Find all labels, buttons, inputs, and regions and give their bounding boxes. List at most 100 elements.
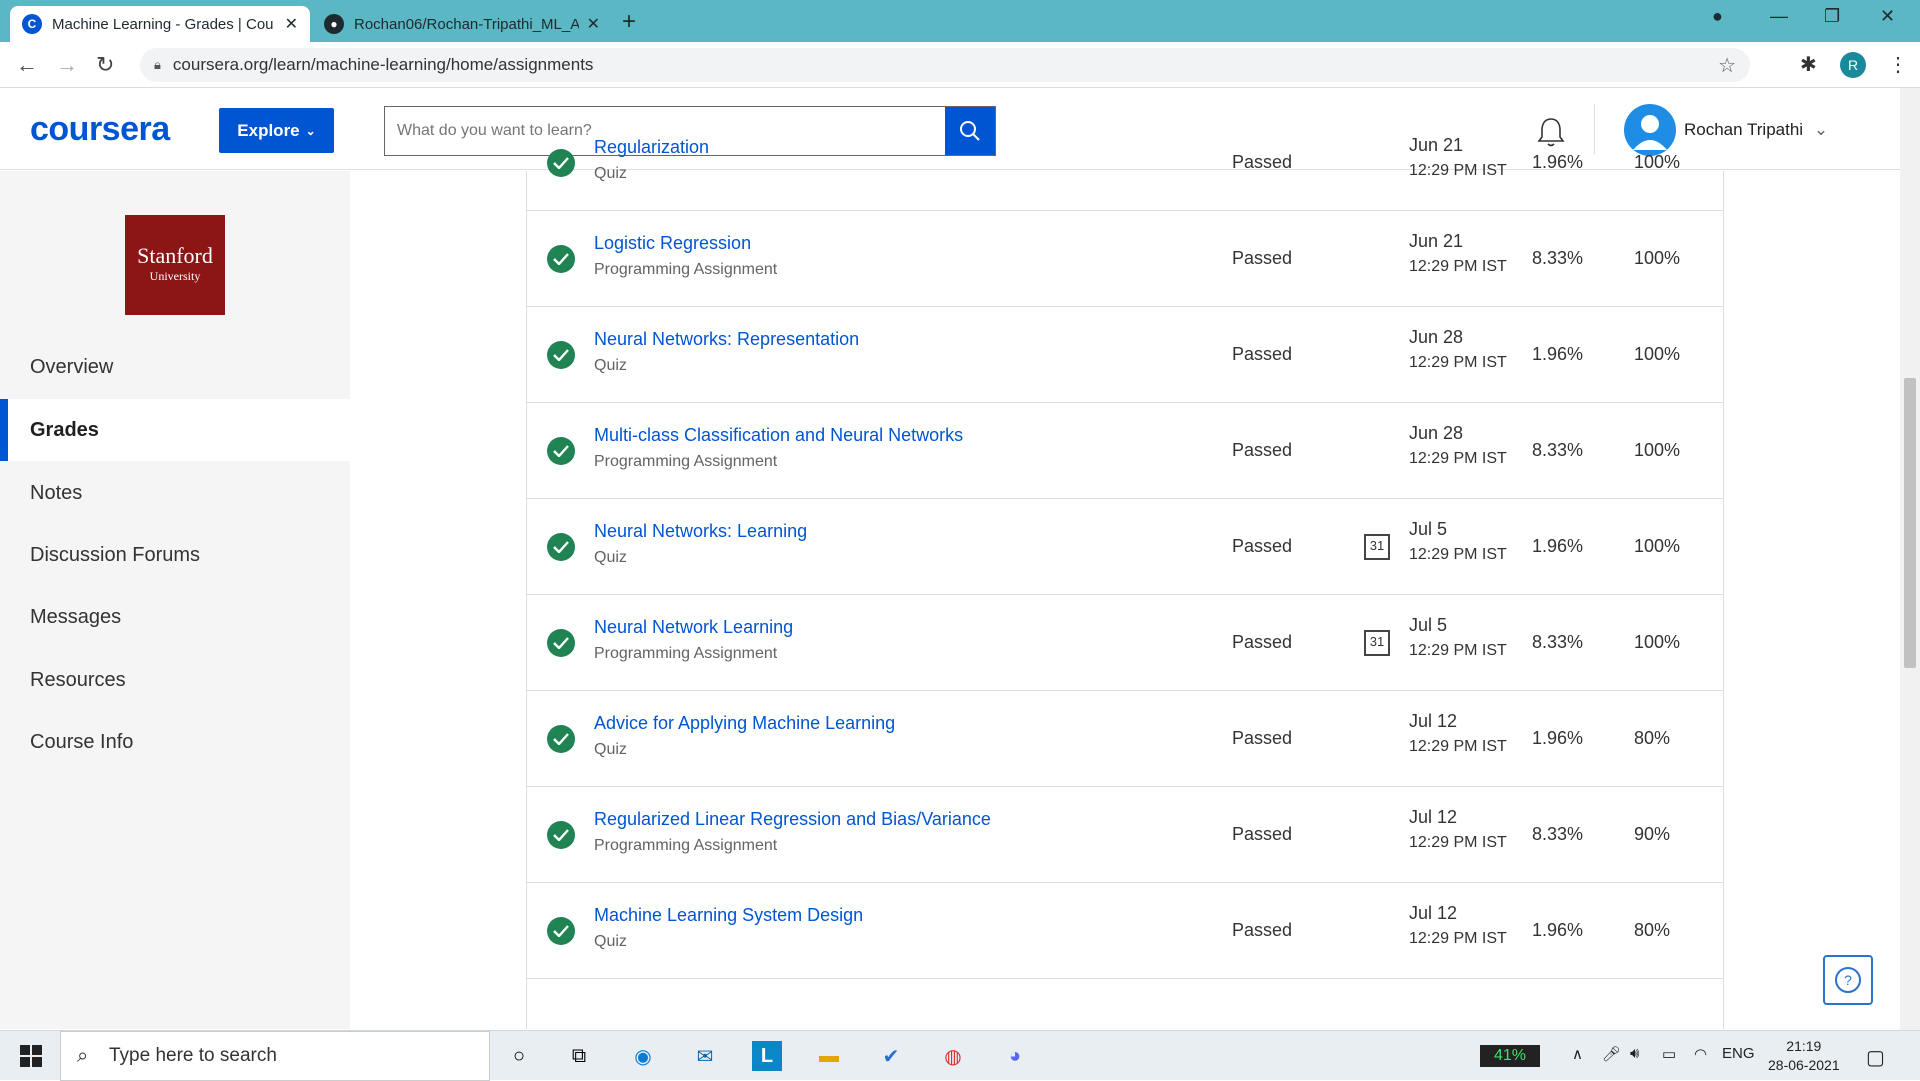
minimize-icon[interactable]: — xyxy=(1770,6,1788,27)
sidebar-item-overview[interactable]: Overview xyxy=(0,336,350,398)
cortana-icon[interactable]: ○ xyxy=(504,1041,534,1071)
table-row: Logistic Regression Programming Assignmen… xyxy=(527,211,1723,307)
browser-profile-avatar[interactable]: R xyxy=(1840,52,1866,78)
explore-button[interactable]: Explore ⌄ xyxy=(219,108,334,153)
battery-indicator[interactable]: 41% xyxy=(1480,1045,1540,1067)
forward-icon[interactable]: → xyxy=(56,52,78,78)
url-field[interactable]: 🔒︎ coursera.org/learn/machine-learning/h… xyxy=(140,48,1750,82)
passed-check-icon xyxy=(547,533,575,561)
tab-search-icon[interactable]: ● xyxy=(1712,6,1723,27)
notification-center-icon[interactable]: ▢ xyxy=(1866,1045,1885,1070)
status-text: Passed xyxy=(1232,824,1293,844)
task-view-icon[interactable]: ⧉ xyxy=(564,1041,594,1071)
status-text: Passed xyxy=(1232,152,1293,172)
university-name: Stanford xyxy=(137,243,213,268)
sidebar-item-course-info[interactable]: Course Info xyxy=(0,711,350,773)
taskbar-search-placeholder: Type here to search xyxy=(109,1045,277,1066)
sidebar-item-notes[interactable]: Notes xyxy=(0,462,350,524)
clock-date: 28-06-2021 xyxy=(1768,1057,1840,1073)
assignment-type: Quiz xyxy=(594,549,627,566)
file-explorer-icon[interactable]: ▬ xyxy=(814,1041,844,1071)
close-tab-icon[interactable]: ✕ xyxy=(587,14,600,34)
tab-title: Rochan06/Rochan-Tripathi_ML_A xyxy=(354,15,579,33)
assignment-name-link[interactable]: Neural Networks: Learning xyxy=(594,521,807,542)
edge-icon[interactable]: ◉ xyxy=(628,1041,658,1071)
volume-icon[interactable]: 🔊︎ xyxy=(1630,1045,1639,1062)
assignment-type: Programming Assignment xyxy=(594,645,778,662)
grade-text: 80% xyxy=(1634,728,1671,748)
mail-icon[interactable]: ✉ xyxy=(690,1041,720,1071)
coursera-logo[interactable]: coursera xyxy=(30,110,170,149)
close-window-icon[interactable]: ✕ xyxy=(1880,6,1895,27)
windows-taskbar: ⌕ Type here to search ○ ⧉ ◉ ✉ L ▬ ✔ ◍ ◕ … xyxy=(0,1030,1920,1081)
weight-text: 8.33% xyxy=(1532,440,1584,460)
due-date: Jul 12 xyxy=(1409,711,1458,731)
assignment-type: Quiz xyxy=(594,165,627,182)
sidebar-item-grades[interactable]: Grades xyxy=(0,399,350,461)
bookmark-star-icon[interactable]: ☆ xyxy=(1718,53,1736,78)
restore-icon[interactable]: ❐ xyxy=(1824,6,1840,27)
menu-icon[interactable]: ⋮ xyxy=(1888,52,1908,77)
assignment-type: Programming Assignment xyxy=(594,261,778,278)
github-favicon-icon: ● xyxy=(324,14,344,34)
weight-text: 1.96% xyxy=(1532,344,1584,364)
taskbar-search-input[interactable]: ⌕ Type here to search xyxy=(60,1031,490,1081)
assignment-name-link[interactable]: Regularization xyxy=(594,137,709,158)
assignment-name-link[interactable]: Neural Networks: Representation xyxy=(594,329,859,350)
assignment-type: Programming Assignment xyxy=(594,453,778,470)
browser-tab-bar: C Machine Learning - Grades | Cou ✕ ● Ro… xyxy=(0,0,1920,42)
weight-text: 1.96% xyxy=(1532,728,1584,748)
due-time: 12:29 PM IST xyxy=(1409,162,1507,179)
lock-icon: 🔒︎ xyxy=(154,57,161,72)
windows-start-icon[interactable] xyxy=(16,1041,46,1071)
assignment-name-link[interactable]: Multi-class Classification and Neural Ne… xyxy=(594,425,963,446)
grade-text: 100% xyxy=(1634,536,1681,556)
grade-text: 100% xyxy=(1634,344,1681,364)
table-row: Neural Networks: Representation Quiz Passe… xyxy=(527,307,1723,403)
grade-text: 100% xyxy=(1634,632,1681,652)
language-indicator[interactable]: ENG xyxy=(1722,1045,1755,1062)
weight-text: 8.33% xyxy=(1532,824,1584,844)
due-time: 12:29 PM IST xyxy=(1409,738,1507,755)
microphone-icon[interactable]: 🎤︎ xyxy=(1602,1045,1621,1063)
discord-icon[interactable]: ◕ xyxy=(1000,1041,1030,1071)
assignment-name-link[interactable]: Logistic Regression xyxy=(594,233,751,254)
calendar-icon[interactable]: 31 xyxy=(1364,630,1390,656)
extensions-icon[interactable]: ✱ xyxy=(1800,52,1817,77)
due-time: 12:29 PM IST xyxy=(1409,258,1507,275)
tab-github[interactable]: ● Rochan06/Rochan-Tripathi_ML_A ✕ xyxy=(312,6,612,42)
due-date: Jun 21 xyxy=(1409,231,1464,251)
assignment-name-link[interactable]: Machine Learning System Design xyxy=(594,905,863,926)
close-tab-icon[interactable]: ✕ xyxy=(285,14,298,34)
assignment-name-link[interactable]: Regularized Linear Regression and Bias/V… xyxy=(594,809,991,830)
status-text: Passed xyxy=(1232,248,1293,268)
reload-icon[interactable]: ↻ xyxy=(96,52,114,78)
show-hidden-icons-icon[interactable]: ∧ xyxy=(1572,1045,1583,1063)
sidebar-item-resources[interactable]: Resources xyxy=(0,649,350,711)
assignment-name-link[interactable]: Advice for Applying Machine Learning xyxy=(594,713,895,734)
grade-text: 80% xyxy=(1634,920,1671,940)
calendar-icon[interactable]: 31 xyxy=(1364,534,1390,560)
help-icon: ? xyxy=(1835,967,1861,993)
scrollbar-thumb[interactable] xyxy=(1904,378,1916,668)
new-tab-button[interactable]: + xyxy=(622,8,636,36)
battery-icon[interactable]: ▭ xyxy=(1662,1045,1676,1063)
page-scrollbar[interactable] xyxy=(1900,88,1920,1030)
back-icon[interactable]: ← xyxy=(16,52,38,78)
grade-text: 100% xyxy=(1634,248,1681,268)
taskbar-clock[interactable]: 21:19 28-06-2021 xyxy=(1768,1037,1840,1075)
passed-check-icon xyxy=(547,725,575,753)
app-l-icon[interactable]: L xyxy=(752,1041,782,1071)
due-date: Jul 5 xyxy=(1409,615,1448,635)
todo-icon[interactable]: ✔ xyxy=(876,1041,906,1071)
help-button[interactable]: ? xyxy=(1823,955,1873,1005)
tab-coursera[interactable]: C Machine Learning - Grades | Cou ✕ xyxy=(10,6,310,42)
sidebar-item-messages[interactable]: Messages xyxy=(0,586,350,648)
assignment-name-link[interactable]: Neural Network Learning xyxy=(594,617,793,638)
wifi-icon[interactable]: ◠ xyxy=(1694,1045,1707,1063)
url-text: coursera.org/learn/machine-learning/home… xyxy=(172,55,594,74)
sidebar-item-discussion-forums[interactable]: Discussion Forums xyxy=(0,524,350,586)
passed-check-icon xyxy=(547,149,575,177)
chrome-icon[interactable]: ◍ xyxy=(938,1041,968,1071)
explore-label: Explore xyxy=(237,120,300,140)
